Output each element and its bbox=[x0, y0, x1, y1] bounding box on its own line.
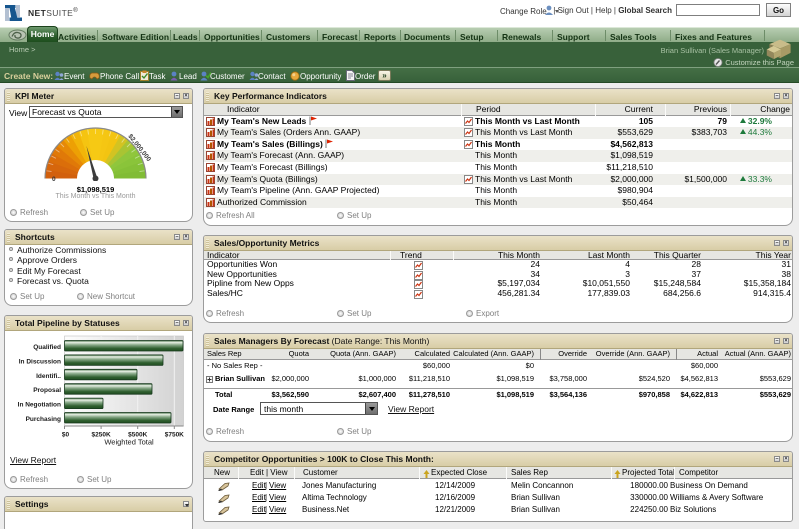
svg-text:$750K: $750K bbox=[165, 432, 184, 439]
svg-text:In Negotiation: In Negotiation bbox=[18, 402, 61, 409]
svg-text:Identifi..: Identifi.. bbox=[36, 373, 61, 380]
svg-text:Weighted Total: Weighted Total bbox=[104, 438, 154, 447]
svg-text:$0: $0 bbox=[62, 432, 70, 439]
svg-text:Proposal: Proposal bbox=[33, 387, 61, 394]
svg-text:Qualified: Qualified bbox=[33, 344, 61, 351]
svg-text:In Discussion: In Discussion bbox=[19, 358, 61, 365]
svg-text:Purchasing: Purchasing bbox=[26, 416, 61, 423]
